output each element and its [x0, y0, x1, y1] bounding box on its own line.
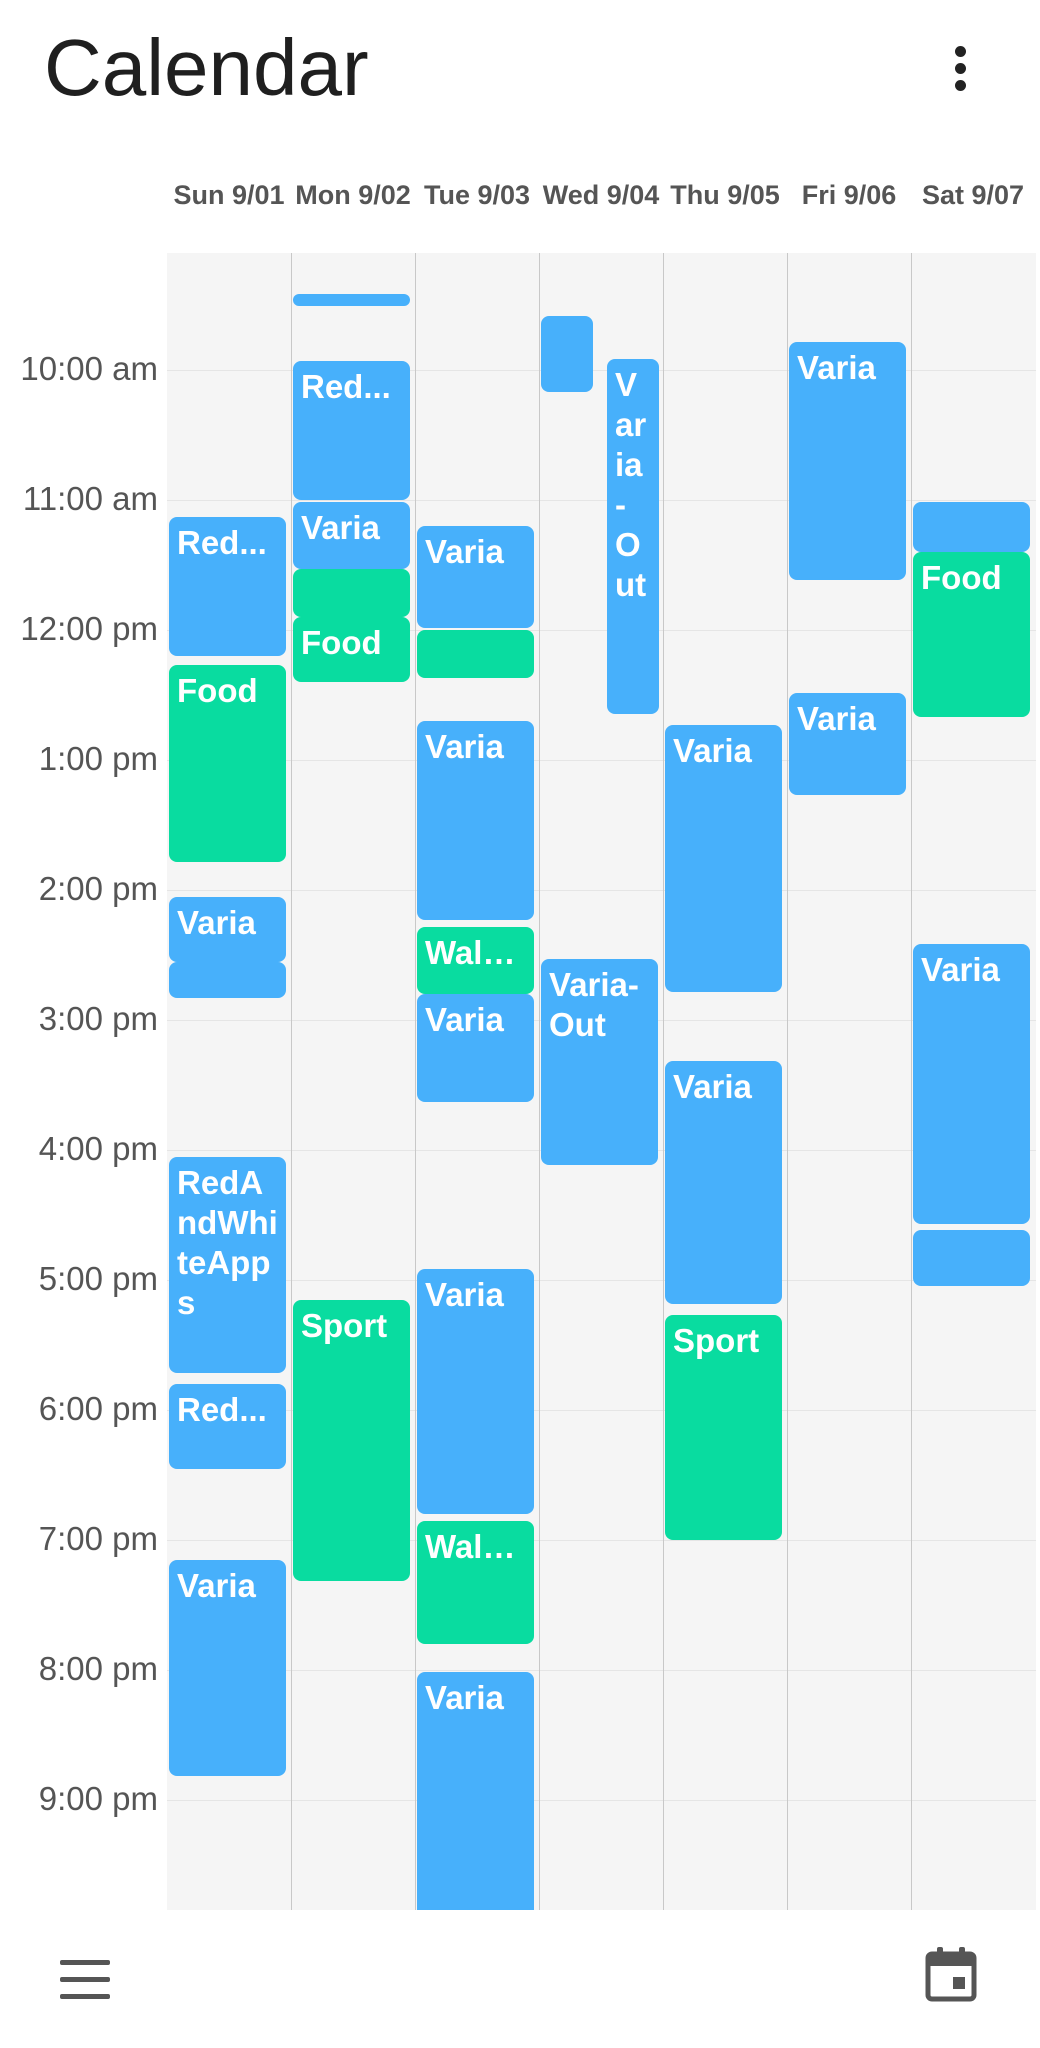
day-header: Sun 9/01: [173, 180, 285, 210]
time-label: 6:00 pm: [38, 1390, 158, 1427]
day-header: Mon 9/02: [295, 180, 411, 210]
calendar-event[interactable]: Varia-Out: [541, 959, 658, 1166]
hour-gridline: [167, 1280, 1036, 1281]
top-app-bar: Calendar: [0, 0, 1040, 150]
event-label: Varia-Out: [549, 966, 639, 1044]
event-label: Varia: [425, 728, 504, 765]
calendar-event[interactable]: [541, 315, 593, 392]
calendar-event[interactable]: Food: [913, 552, 1030, 717]
event-label: Walk...: [425, 933, 526, 971]
calendar-event[interactable]: Varia: [789, 341, 906, 581]
calendar-event[interactable]: RedAndWhiteApps: [169, 1156, 286, 1374]
time-label: 4:00 pm: [38, 1130, 158, 1167]
event-label: Varia: [797, 699, 876, 737]
calendar-event[interactable]: Walking: [417, 1520, 534, 1644]
more-options-icon[interactable]: [940, 38, 980, 98]
hamburger-icon[interactable]: [60, 1960, 110, 2000]
bottom-app-bar: [0, 1910, 1040, 2048]
calendar-grid[interactable]: Red... Food Varia RedAndWhiteApps Red... Vari…: [167, 253, 1036, 1910]
event-label: Food: [301, 624, 382, 661]
event-label: Varia: [425, 1001, 504, 1038]
event-label: Walking: [425, 1527, 526, 1565]
calendar-event[interactable]: Walk...: [417, 926, 534, 994]
calendar-event[interactable]: [169, 961, 286, 999]
day-divider: [911, 253, 912, 1910]
calendar-event[interactable]: Varia: [417, 1672, 534, 1910]
day-divider: [291, 253, 292, 1910]
calendar-event[interactable]: Varia: [169, 1559, 286, 1777]
page-title: Calendar: [44, 23, 369, 112]
event-label: Sport: [301, 1306, 388, 1344]
calendar-event[interactable]: Red...: [293, 361, 410, 500]
calendar-event[interactable]: Varia-Out: [607, 359, 659, 715]
time-label: 9:00 pm: [38, 1780, 158, 1817]
time-label: 1:00 pm: [38, 740, 158, 777]
hour-gridline: [167, 1800, 1036, 1801]
hour-gridline: [167, 1670, 1036, 1671]
event-label: Varia: [797, 348, 876, 386]
day-divider: [663, 253, 664, 1910]
event-label: Varia-Out: [615, 366, 647, 604]
calendar-event[interactable]: Sport: [665, 1314, 782, 1540]
event-label: Varia: [425, 1679, 504, 1717]
calendar-event[interactable]: Food: [169, 664, 286, 862]
event-label: Varia: [425, 533, 504, 570]
event-label: Red...: [301, 368, 391, 406]
day-header: Wed 9/04: [542, 180, 660, 210]
event-label: Varia: [177, 903, 256, 941]
event-label: Varia: [177, 1566, 256, 1604]
calendar-event[interactable]: Varia: [417, 721, 534, 921]
event-label: Varia: [301, 509, 380, 547]
day-header: Fri 9/06: [801, 180, 897, 210]
time-label: 10:00 am: [20, 350, 158, 387]
event-label: Varia: [921, 951, 1000, 989]
calendar-event[interactable]: [913, 502, 1030, 552]
calendar-event[interactable]: Varia: [913, 944, 1030, 1224]
event-label: RedAndWhiteApps: [177, 1163, 278, 1321]
calendar-event[interactable]: Varia: [789, 692, 906, 795]
calendar-event[interactable]: [913, 1230, 1030, 1287]
calendar-icon[interactable]: [925, 1946, 977, 2002]
calendar-event[interactable]: Red...: [169, 1384, 286, 1469]
day-divider: [539, 253, 540, 1910]
calendar-event[interactable]: Varia: [665, 1061, 782, 1304]
day-divider: [415, 253, 416, 1910]
time-label: 3:00 pm: [38, 1000, 158, 1037]
time-label: 5:00 pm: [38, 1260, 158, 1297]
time-label: 2:00 pm: [38, 870, 158, 907]
calendar-event[interactable]: [293, 569, 410, 617]
calendar-event[interactable]: [293, 294, 410, 307]
event-label: Red...: [177, 1391, 267, 1428]
day-header: Thu 9/05: [670, 180, 780, 210]
calendar-event[interactable]: Sport: [293, 1299, 410, 1582]
event-label: Sport: [673, 1321, 760, 1359]
calendar-event[interactable]: Varia: [417, 1269, 534, 1514]
event-label: Food: [921, 559, 1002, 596]
calendar-event[interactable]: Food: [293, 617, 410, 682]
event-label: Food: [177, 671, 258, 709]
time-label: 7:00 pm: [38, 1520, 158, 1557]
calendar-event[interactable]: [417, 630, 534, 678]
calendar-event[interactable]: Varia: [417, 994, 534, 1103]
event-label: Varia: [425, 1276, 504, 1314]
event-label: Varia: [673, 732, 752, 770]
event-label: Varia: [673, 1068, 752, 1106]
calendar-event[interactable]: Red...: [169, 517, 286, 656]
event-label: Red...: [177, 524, 267, 562]
day-divider: [787, 253, 788, 1910]
calendar-event[interactable]: Varia: [169, 896, 286, 962]
time-label: 11:00 am: [22, 480, 158, 517]
time-label: 12:00 pm: [20, 610, 158, 647]
time-label: 8:00 pm: [38, 1650, 158, 1687]
hour-gridline: [167, 890, 1036, 891]
calendar-event[interactable]: Varia: [417, 526, 534, 628]
calendar-event[interactable]: Varia: [293, 502, 410, 570]
day-header: Tue 9/03: [423, 180, 531, 210]
day-header: Sat 9/07: [921, 180, 1025, 210]
calendar-event[interactable]: Varia: [665, 725, 782, 992]
